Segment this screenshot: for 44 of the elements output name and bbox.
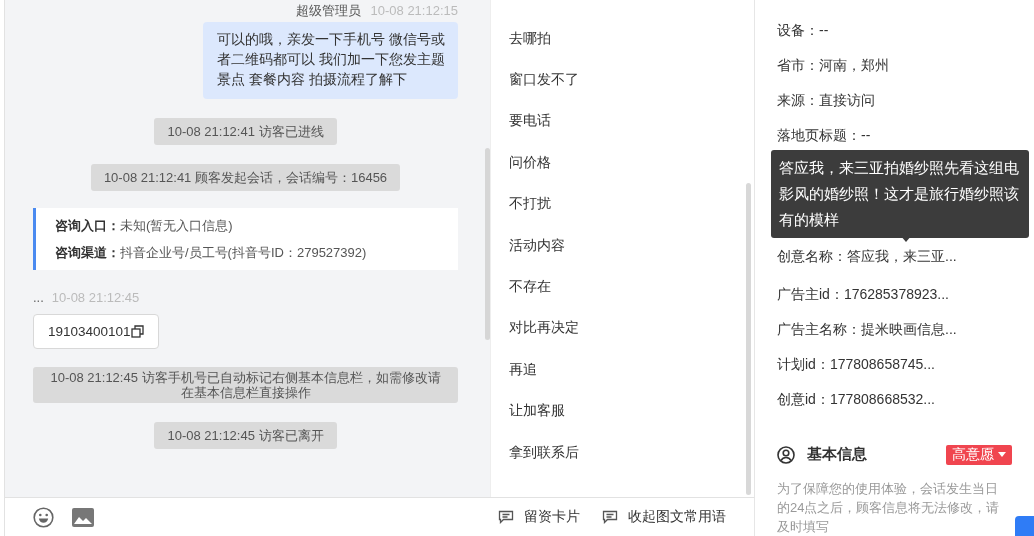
user-icon xyxy=(777,445,795,464)
toolbar-action[interactable]: 收起图文常用语 xyxy=(602,508,726,526)
toolbar-action[interactable]: 留资卡片 xyxy=(498,508,580,526)
info-field: 省市：河南，郑州 xyxy=(777,48,1034,84)
system-notice: 10-08 21:12:41 顾客发起会话，会话编号：16456 xyxy=(90,164,401,191)
quick-reply-item[interactable]: 去哪拍 xyxy=(509,18,754,60)
quick-reply-item[interactable]: 再追 xyxy=(509,349,754,391)
message-time: 10-08 21:12:15 xyxy=(370,3,458,19)
info-note: 为了保障您的使用体验，会话发生当日的24点之后，顾客信息将无法修改，请及时填写 xyxy=(777,479,1001,536)
emoji-icon[interactable] xyxy=(33,506,54,528)
caret-icon xyxy=(998,452,1006,458)
message-time: 10-08 21:12:45 xyxy=(51,290,140,305)
info-field: 计划id：177808658745... xyxy=(777,347,1034,383)
quick-reply-item[interactable]: 不存在 xyxy=(509,266,754,308)
quick-reply-item[interactable]: 活动内容 xyxy=(509,224,754,267)
consult-field: 咨询渠道：抖音企业号/员工号(抖音号ID：279527392) xyxy=(55,244,440,262)
visitor-name: ... xyxy=(33,290,44,305)
system-notice: 10-08 21:12:41 访客已进线 xyxy=(154,118,337,145)
info-field: 设备：-- xyxy=(777,14,1034,49)
message-bubble: 可以的哦，亲发一下手机号 微信号或者二维码都可以 我们加一下您发主题景点 套餐内容 拍摄流程了解下 xyxy=(203,22,458,99)
sender-name: 超级管理员 xyxy=(295,3,361,19)
quick-reply-item[interactable]: 问价格 xyxy=(509,142,754,184)
quick-reply-item[interactable]: 对比再决定 xyxy=(509,307,754,350)
phone-message: 19103400101 xyxy=(33,314,159,349)
image-icon[interactable] xyxy=(72,507,94,527)
info-field: 创意名称：答应我，来三亚... xyxy=(777,243,1034,272)
tooltip: 答应我，来三亚拍婚纱照先看这组电影风的婚纱照！这才是旅行婚纱照该有的模样 xyxy=(771,149,1029,238)
info-field: 来源：直接访问 xyxy=(777,83,1034,119)
system-notice: 10-08 21:12:45 访客手机号已自动标记右侧基本信息栏，如需修改请在基本信息栏直接操作 xyxy=(33,367,458,403)
intent-dropdown[interactable]: 高意愿 xyxy=(946,444,1012,465)
consult-field: 咨询入口：未知(暂无入口信息) xyxy=(55,217,440,235)
system-notice: 10-08 21:12:45 访客已离开 xyxy=(154,422,337,449)
quick-reply-item[interactable]: 拿到联系后 xyxy=(509,431,754,474)
quick-reply-item[interactable]: 要电话 xyxy=(509,100,754,143)
message-icon xyxy=(602,510,618,524)
copy-icon[interactable] xyxy=(130,325,144,338)
quick-reply-item[interactable]: 让加客服 xyxy=(509,390,754,432)
section-title: 基本信息 xyxy=(807,445,867,465)
info-field: 广告主id：176285378923... xyxy=(777,277,1034,313)
info-field: 创意id：177808668532... xyxy=(777,382,1034,417)
info-field: 广告主名称：提米映画信息... xyxy=(777,312,1034,348)
quick-reply-item[interactable]: 不打扰 xyxy=(509,183,754,225)
message-icon xyxy=(498,510,514,524)
quick-reply-item[interactable]: 窗口发不了 xyxy=(509,59,754,101)
